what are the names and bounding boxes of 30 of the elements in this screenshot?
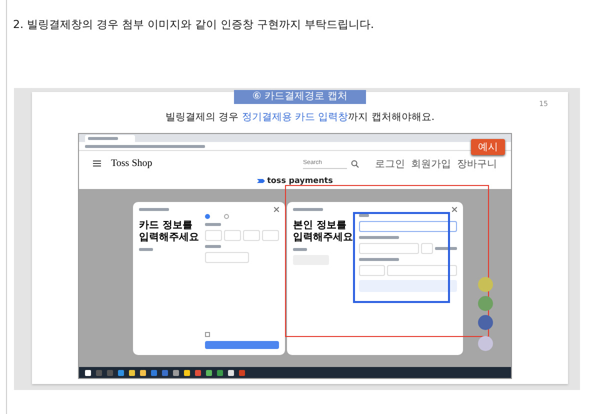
shop-name: Toss Shop [111, 158, 152, 169]
request-text: 2. 빌링결제창의 경우 첨부 이미지와 같이 인증창 구현까지 부탁드립니다. [13, 17, 375, 32]
nav-link[interactable]: 회원가입 [411, 156, 451, 170]
id-number-field[interactable] [359, 243, 419, 254]
close-icon [274, 207, 279, 212]
slide-title: ⑥ 카드결제경로 캡처 [234, 90, 366, 104]
carrier-dropdown[interactable] [359, 265, 385, 276]
card-number-field[interactable] [224, 230, 241, 241]
browser-tab[interactable] [85, 134, 135, 142]
card-number-field[interactable] [243, 230, 260, 241]
radio-button[interactable] [205, 214, 210, 219]
phone-field[interactable] [387, 265, 457, 276]
card-number-field[interactable] [262, 230, 279, 241]
close-icon [452, 207, 457, 212]
search-icon [351, 160, 359, 168]
modal-title: 본인 정보를 입력해주세요 [293, 220, 354, 244]
brand-name: toss payments [267, 176, 333, 185]
name-field[interactable] [359, 221, 457, 232]
card-number-field[interactable] [205, 230, 222, 241]
modal-title: 카드 정보를 입력해주세요 [139, 220, 200, 244]
id-digit-field[interactable] [421, 243, 433, 254]
nav-link[interactable]: 장바구니 [457, 156, 497, 170]
example-badge: 예시 [471, 139, 505, 155]
slide-subtitle: 빌링결제의 경우 정기결제용 카드 입력창까지 캡처해야해요. [165, 111, 435, 124]
nav-link[interactable]: 로그인 [375, 156, 405, 170]
radio-button[interactable] [224, 214, 229, 219]
expiry-field[interactable] [205, 252, 249, 263]
verify-button[interactable] [359, 280, 457, 292]
menu-icon [93, 160, 101, 167]
checkbox[interactable] [205, 332, 210, 337]
